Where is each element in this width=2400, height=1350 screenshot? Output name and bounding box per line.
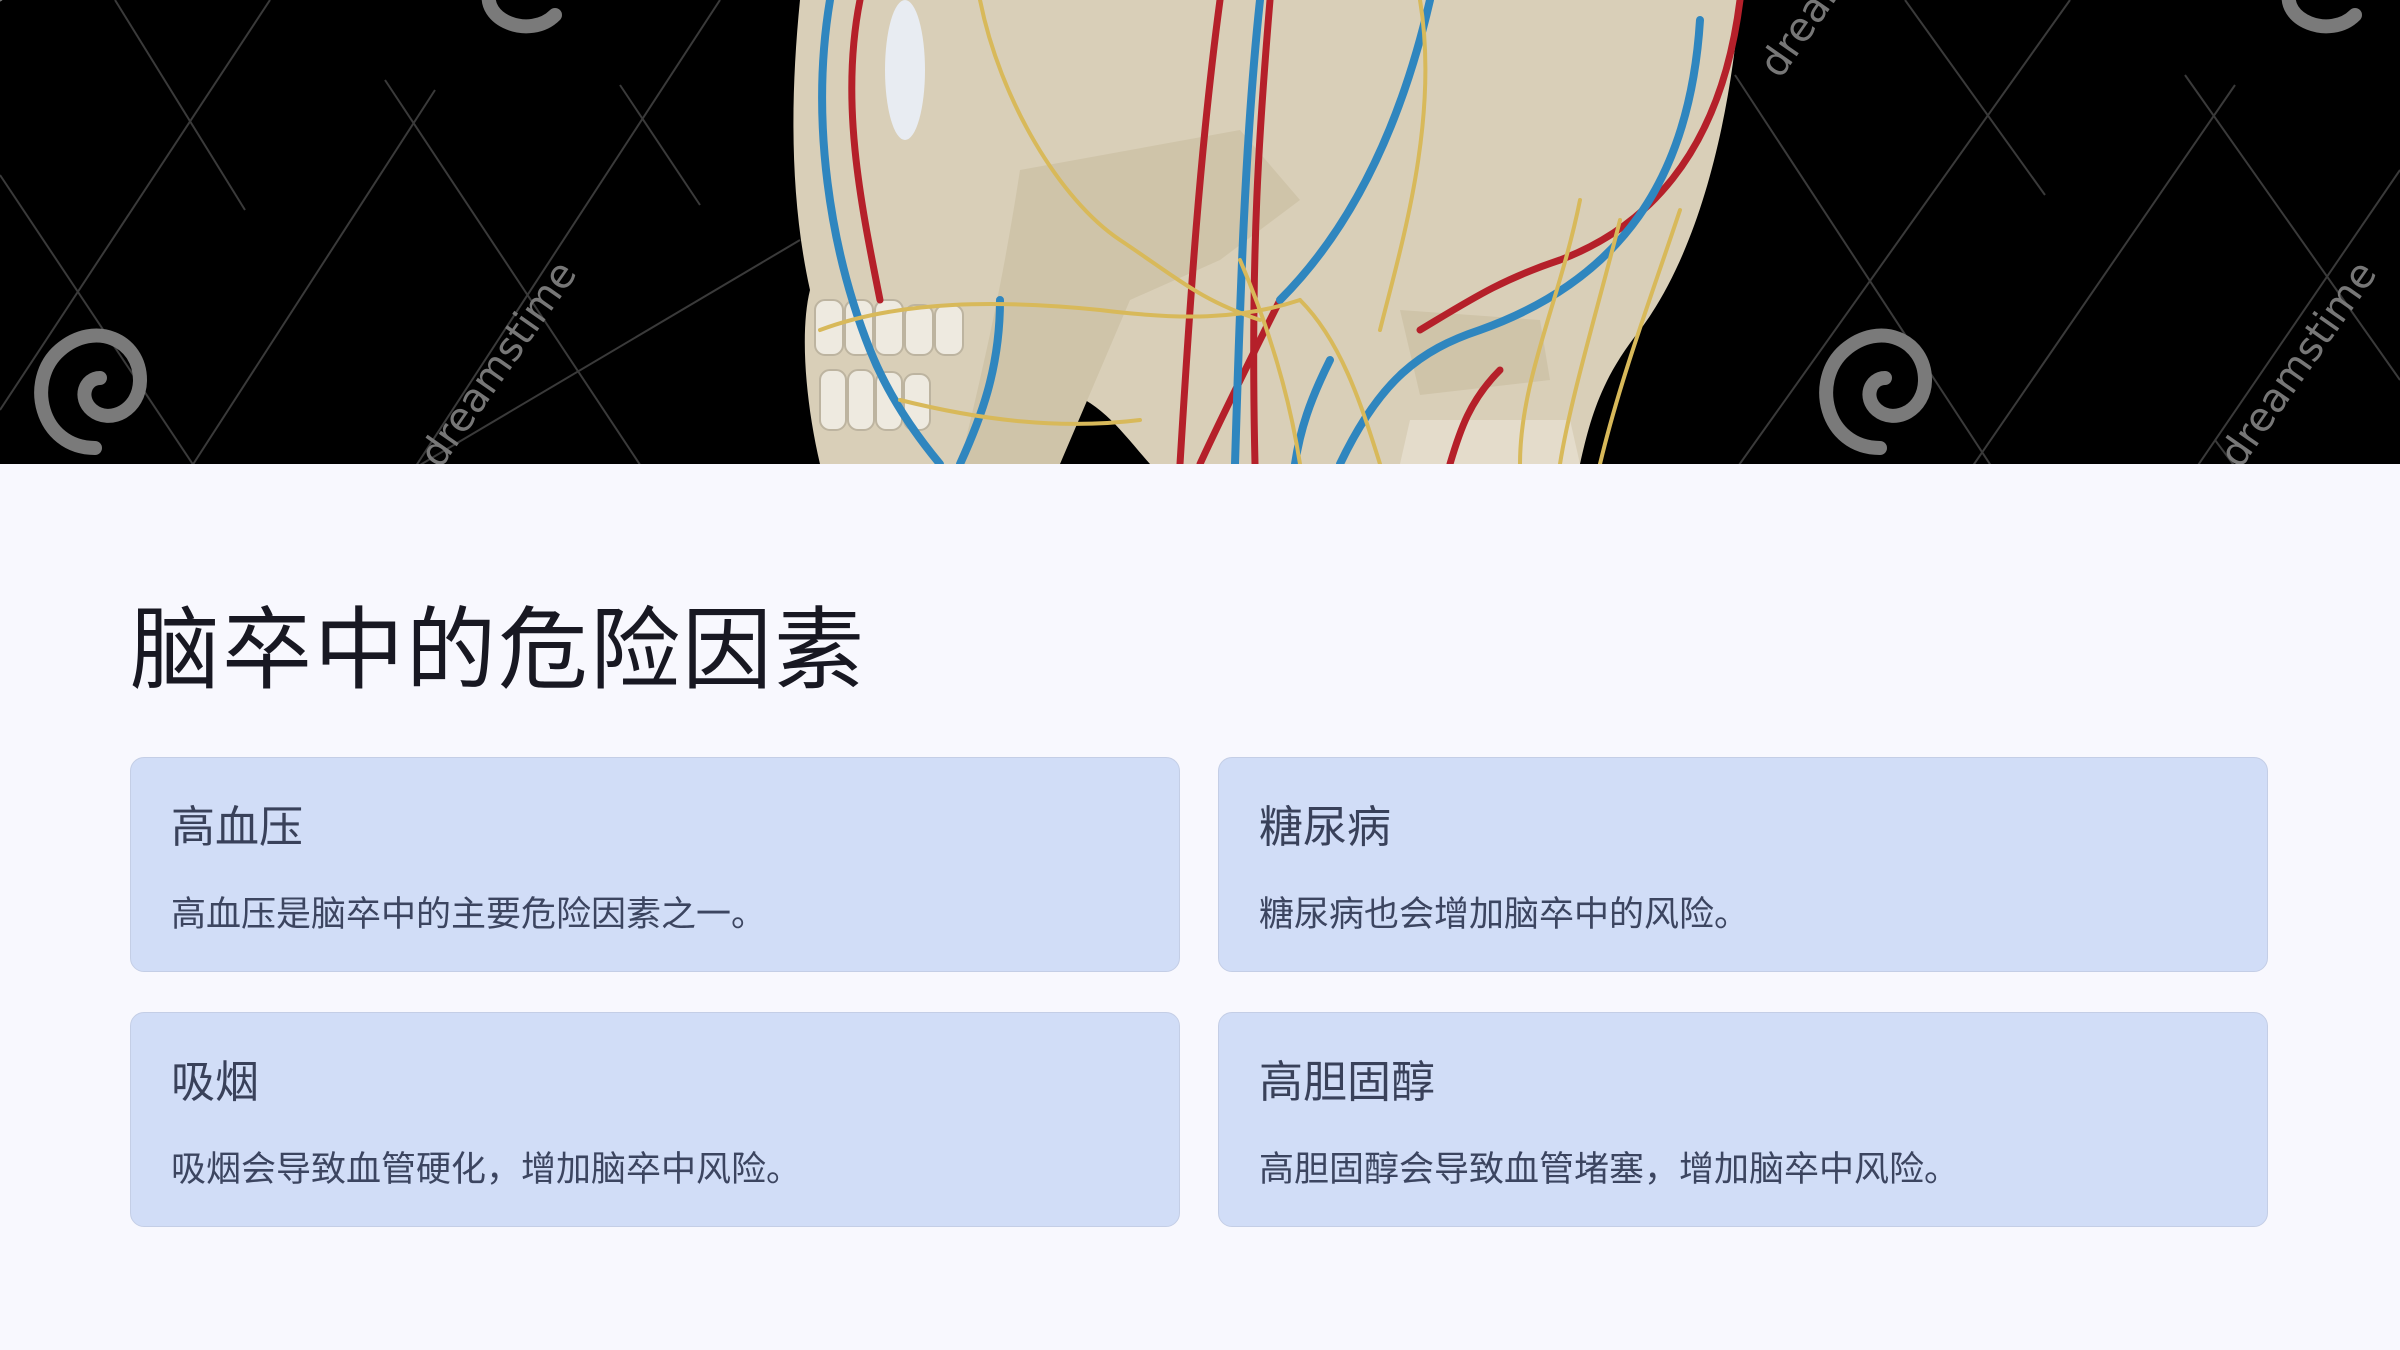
risk-factor-card-hypertension: 高血压 高血压是脑卒中的主要危险因素之一。	[130, 757, 1180, 972]
card-description: 高胆固醇会导致血管堵塞，增加脑卒中风险。	[1259, 1150, 1960, 1190]
risk-factor-card-cholesterol: 高胆固醇 高胆固醇会导致血管堵塞，增加脑卒中风险。	[1218, 1012, 2268, 1227]
card-title: 高血压	[171, 802, 303, 853]
risk-factor-card-diabetes: 糖尿病 糖尿病也会增加脑卒中的风险。	[1218, 757, 2268, 972]
card-description: 糖尿病也会增加脑卒中的风险。	[1259, 895, 1750, 935]
card-title: 高胆固醇	[1259, 1057, 1435, 1108]
eye-socket	[885, 0, 925, 140]
card-title: 糖尿病	[1259, 802, 1391, 853]
anatomy-illustration: dreamstime dreamstime dreamstime dreamst…	[0, 0, 2400, 464]
hero-anatomy-image: dreamstime dreamstime dreamstime dreamst…	[0, 0, 2400, 464]
page-title: 脑卒中的危险因素	[130, 598, 866, 703]
card-description: 高血压是脑卒中的主要危险因素之一。	[171, 895, 767, 935]
card-title: 吸烟	[171, 1057, 259, 1108]
card-description: 吸烟会导致血管硬化，增加脑卒中风险。	[171, 1150, 802, 1190]
risk-factor-card-smoking: 吸烟 吸烟会导致血管硬化，增加脑卒中风险。	[130, 1012, 1180, 1227]
